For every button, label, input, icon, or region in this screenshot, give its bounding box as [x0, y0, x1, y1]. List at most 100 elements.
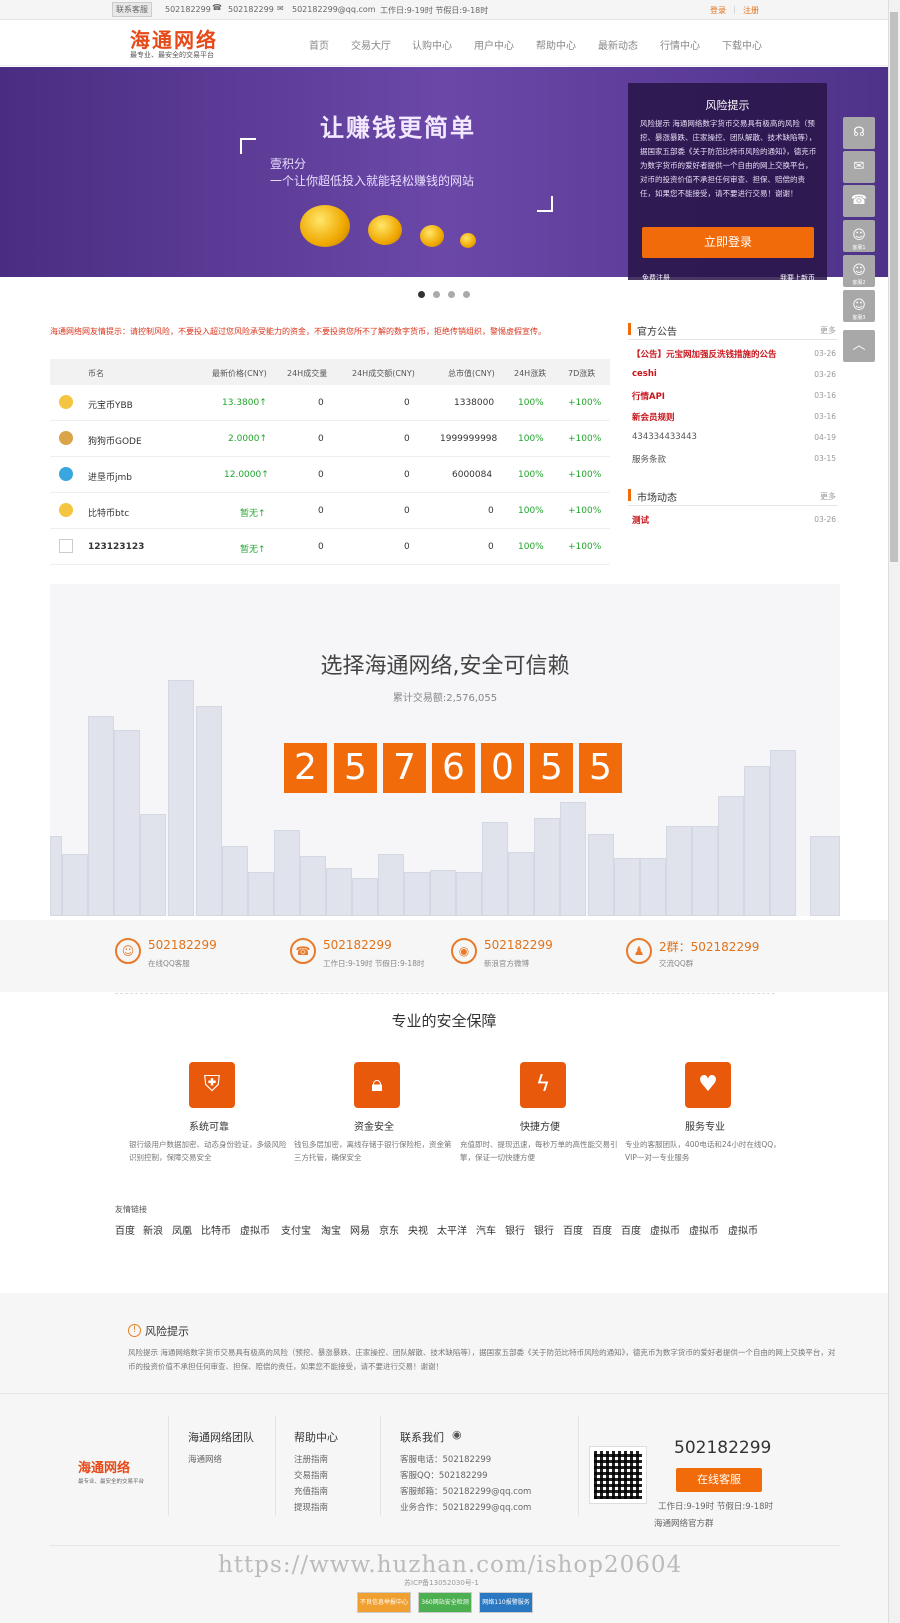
login-link[interactable]: 登录: [710, 5, 726, 16]
nav-download[interactable]: 下载中心: [722, 37, 762, 52]
nav-home[interactable]: 首页: [309, 37, 329, 52]
nav-trade-hall[interactable]: 交易大厅: [351, 37, 391, 52]
lock-icon: 🔒︎: [354, 1062, 400, 1108]
announcement-item[interactable]: 【公告】元宝网加强反洗钱措施的公告: [632, 348, 777, 360]
coin-amount: 0: [404, 506, 410, 516]
announcement-item[interactable]: 434334433443: [632, 432, 697, 442]
announcement-item[interactable]: ceshi: [632, 369, 657, 379]
coin-price: 13.3800↑: [222, 398, 267, 408]
friend-link[interactable]: 百度: [563, 1222, 583, 1237]
list-coin-link[interactable]: 我要上新币: [780, 273, 815, 283]
footer-link[interactable]: 提现指南: [294, 1501, 328, 1513]
footer-link[interactable]: 交易指南: [294, 1469, 328, 1481]
police-badge[interactable]: 网络110报警服务: [479, 1592, 533, 1613]
friend-link[interactable]: 虚拟币: [650, 1222, 680, 1237]
logo[interactable]: 海通网络: [130, 24, 218, 53]
qq-icon: ☺: [115, 938, 141, 964]
coin-name[interactable]: 进垦币jmb: [88, 470, 132, 483]
bg-bar: [430, 870, 456, 916]
table-row[interactable]: 123123123 暂无↑ 0 0 0 100% +100%: [50, 529, 610, 565]
friend-link[interactable]: 银行: [505, 1222, 525, 1237]
friend-link[interactable]: 太平洋: [437, 1222, 467, 1237]
weibo-icon[interactable]: ◉: [452, 1428, 462, 1441]
friend-link[interactable]: 汽车: [476, 1222, 496, 1237]
qq-kf3-icon[interactable]: ☺ 客服3: [843, 290, 875, 322]
announcement-item[interactable]: 行情API: [632, 390, 665, 402]
friend-link[interactable]: 网易: [350, 1222, 370, 1237]
qr-code: [589, 1446, 647, 1504]
friend-link[interactable]: 百度: [115, 1222, 135, 1237]
footer-team-title: 海通网络团队: [188, 1431, 254, 1444]
coin-name[interactable]: 元宝币YBB: [88, 398, 133, 411]
carousel-dot[interactable]: [418, 291, 425, 298]
scrollbar-thumb[interactable]: [890, 12, 898, 562]
online-service-button[interactable]: 在线客服: [676, 1468, 762, 1492]
phone-icon[interactable]: ☎: [843, 185, 875, 217]
carousel-dot[interactable]: [463, 291, 470, 298]
register-link[interactable]: 注册: [743, 5, 759, 16]
icp-record[interactable]: 苏ICP备13052030号-1: [404, 1578, 479, 1588]
friend-link[interactable]: 淘宝: [321, 1222, 341, 1237]
coin-price: 暂无↑: [240, 545, 266, 555]
back-to-top-icon[interactable]: ︿: [843, 330, 875, 362]
market-news-more-link[interactable]: 更多: [820, 491, 836, 502]
free-register-link[interactable]: 免费注册: [642, 273, 670, 283]
carousel-dot[interactable]: [433, 291, 440, 298]
friend-link[interactable]: 虚拟币: [728, 1222, 758, 1237]
coin-icon: [59, 431, 73, 445]
friend-link[interactable]: 银行: [534, 1222, 554, 1237]
nav-help-center[interactable]: 帮助中心: [536, 37, 576, 52]
announcement-item[interactable]: 服务条款: [632, 453, 666, 465]
coin-volume: 0: [318, 542, 324, 552]
weibo-icon: ◉: [451, 938, 477, 964]
nav-market[interactable]: 行情中心: [660, 37, 700, 52]
friend-link[interactable]: 支付宝: [281, 1222, 311, 1237]
carousel-dot[interactable]: [448, 291, 455, 298]
nav-news[interactable]: 最新动态: [598, 37, 638, 52]
login-now-button[interactable]: 立即登录: [642, 227, 814, 258]
bg-bar: [744, 766, 770, 916]
friend-link[interactable]: 新浪: [143, 1222, 163, 1237]
footer-link[interactable]: 注册指南: [294, 1453, 328, 1465]
friend-link[interactable]: 央视: [408, 1222, 428, 1237]
table-row[interactable]: 进垦币jmb 12.0000↑ 0 0 6000084 100% +100%: [50, 457, 610, 493]
announcement-title: 官方公告: [637, 327, 677, 338]
table-row[interactable]: 比特币btc 暂无↑ 0 0 0 100% +100%: [50, 493, 610, 529]
wechat-icon[interactable]: ✉: [843, 151, 875, 183]
table-row[interactable]: 狗狗币GODE 2.0000↑ 0 0 1999999998 100% +100…: [50, 421, 610, 457]
nav-subscription[interactable]: 认购中心: [412, 37, 452, 52]
coin-name[interactable]: 比特币btc: [88, 506, 129, 519]
report-center-badge[interactable]: 不良信息举报中心: [357, 1592, 411, 1613]
security-check-badge[interactable]: 360网站安全检测: [418, 1592, 472, 1613]
footer-phone: 502182299: [674, 1438, 772, 1458]
coin-name[interactable]: 123123123: [88, 542, 144, 552]
friend-link[interactable]: 京东: [379, 1222, 399, 1237]
top-email[interactable]: 502182299@qq.com: [292, 5, 376, 14]
friend-link[interactable]: 虚拟币: [689, 1222, 719, 1237]
coin-change-7d: +100%: [568, 470, 602, 480]
footer-link[interactable]: 充值指南: [294, 1485, 328, 1497]
friend-link[interactable]: 百度: [621, 1222, 641, 1237]
announcement-item[interactable]: 新会员规则: [632, 411, 675, 423]
risk-warning: 海通网络网友情提示：请控制风险，不要投入超过您风险承受能力的资金，不要投资您所不…: [50, 327, 546, 336]
table-row[interactable]: 元宝币YBB 13.3800↑ 0 0 1338000 100% +100%: [50, 385, 610, 421]
footer-link[interactable]: 海通网络: [188, 1453, 222, 1465]
qq-kf2-icon[interactable]: ☺ 客服2: [843, 255, 875, 287]
coin-volume: 0: [318, 506, 324, 516]
bg-bar: [222, 846, 248, 916]
friend-link[interactable]: 虚拟币: [240, 1222, 270, 1237]
friend-link[interactable]: 百度: [592, 1222, 612, 1237]
friend-link[interactable]: 凤凰: [172, 1222, 192, 1237]
contact-service-button[interactable]: 联系客服: [112, 2, 152, 17]
coin-name[interactable]: 狗狗币GODE: [88, 434, 142, 447]
announcement-more-link[interactable]: 更多: [820, 325, 836, 336]
wechat-group-link[interactable]: 海通网络官方群: [654, 1517, 714, 1529]
divider: [168, 1416, 169, 1516]
qq-kf1-icon[interactable]: ☺ 客服1: [843, 220, 875, 252]
footer-logo[interactable]: 海通网络: [78, 1457, 130, 1476]
nav-user-center[interactable]: 用户中心: [474, 37, 514, 52]
email-icon: ✉: [277, 4, 284, 13]
friend-link[interactable]: 比特币: [201, 1222, 231, 1237]
market-news-item[interactable]: 测试: [632, 514, 649, 526]
customer-service-icon[interactable]: ☊: [843, 117, 875, 149]
